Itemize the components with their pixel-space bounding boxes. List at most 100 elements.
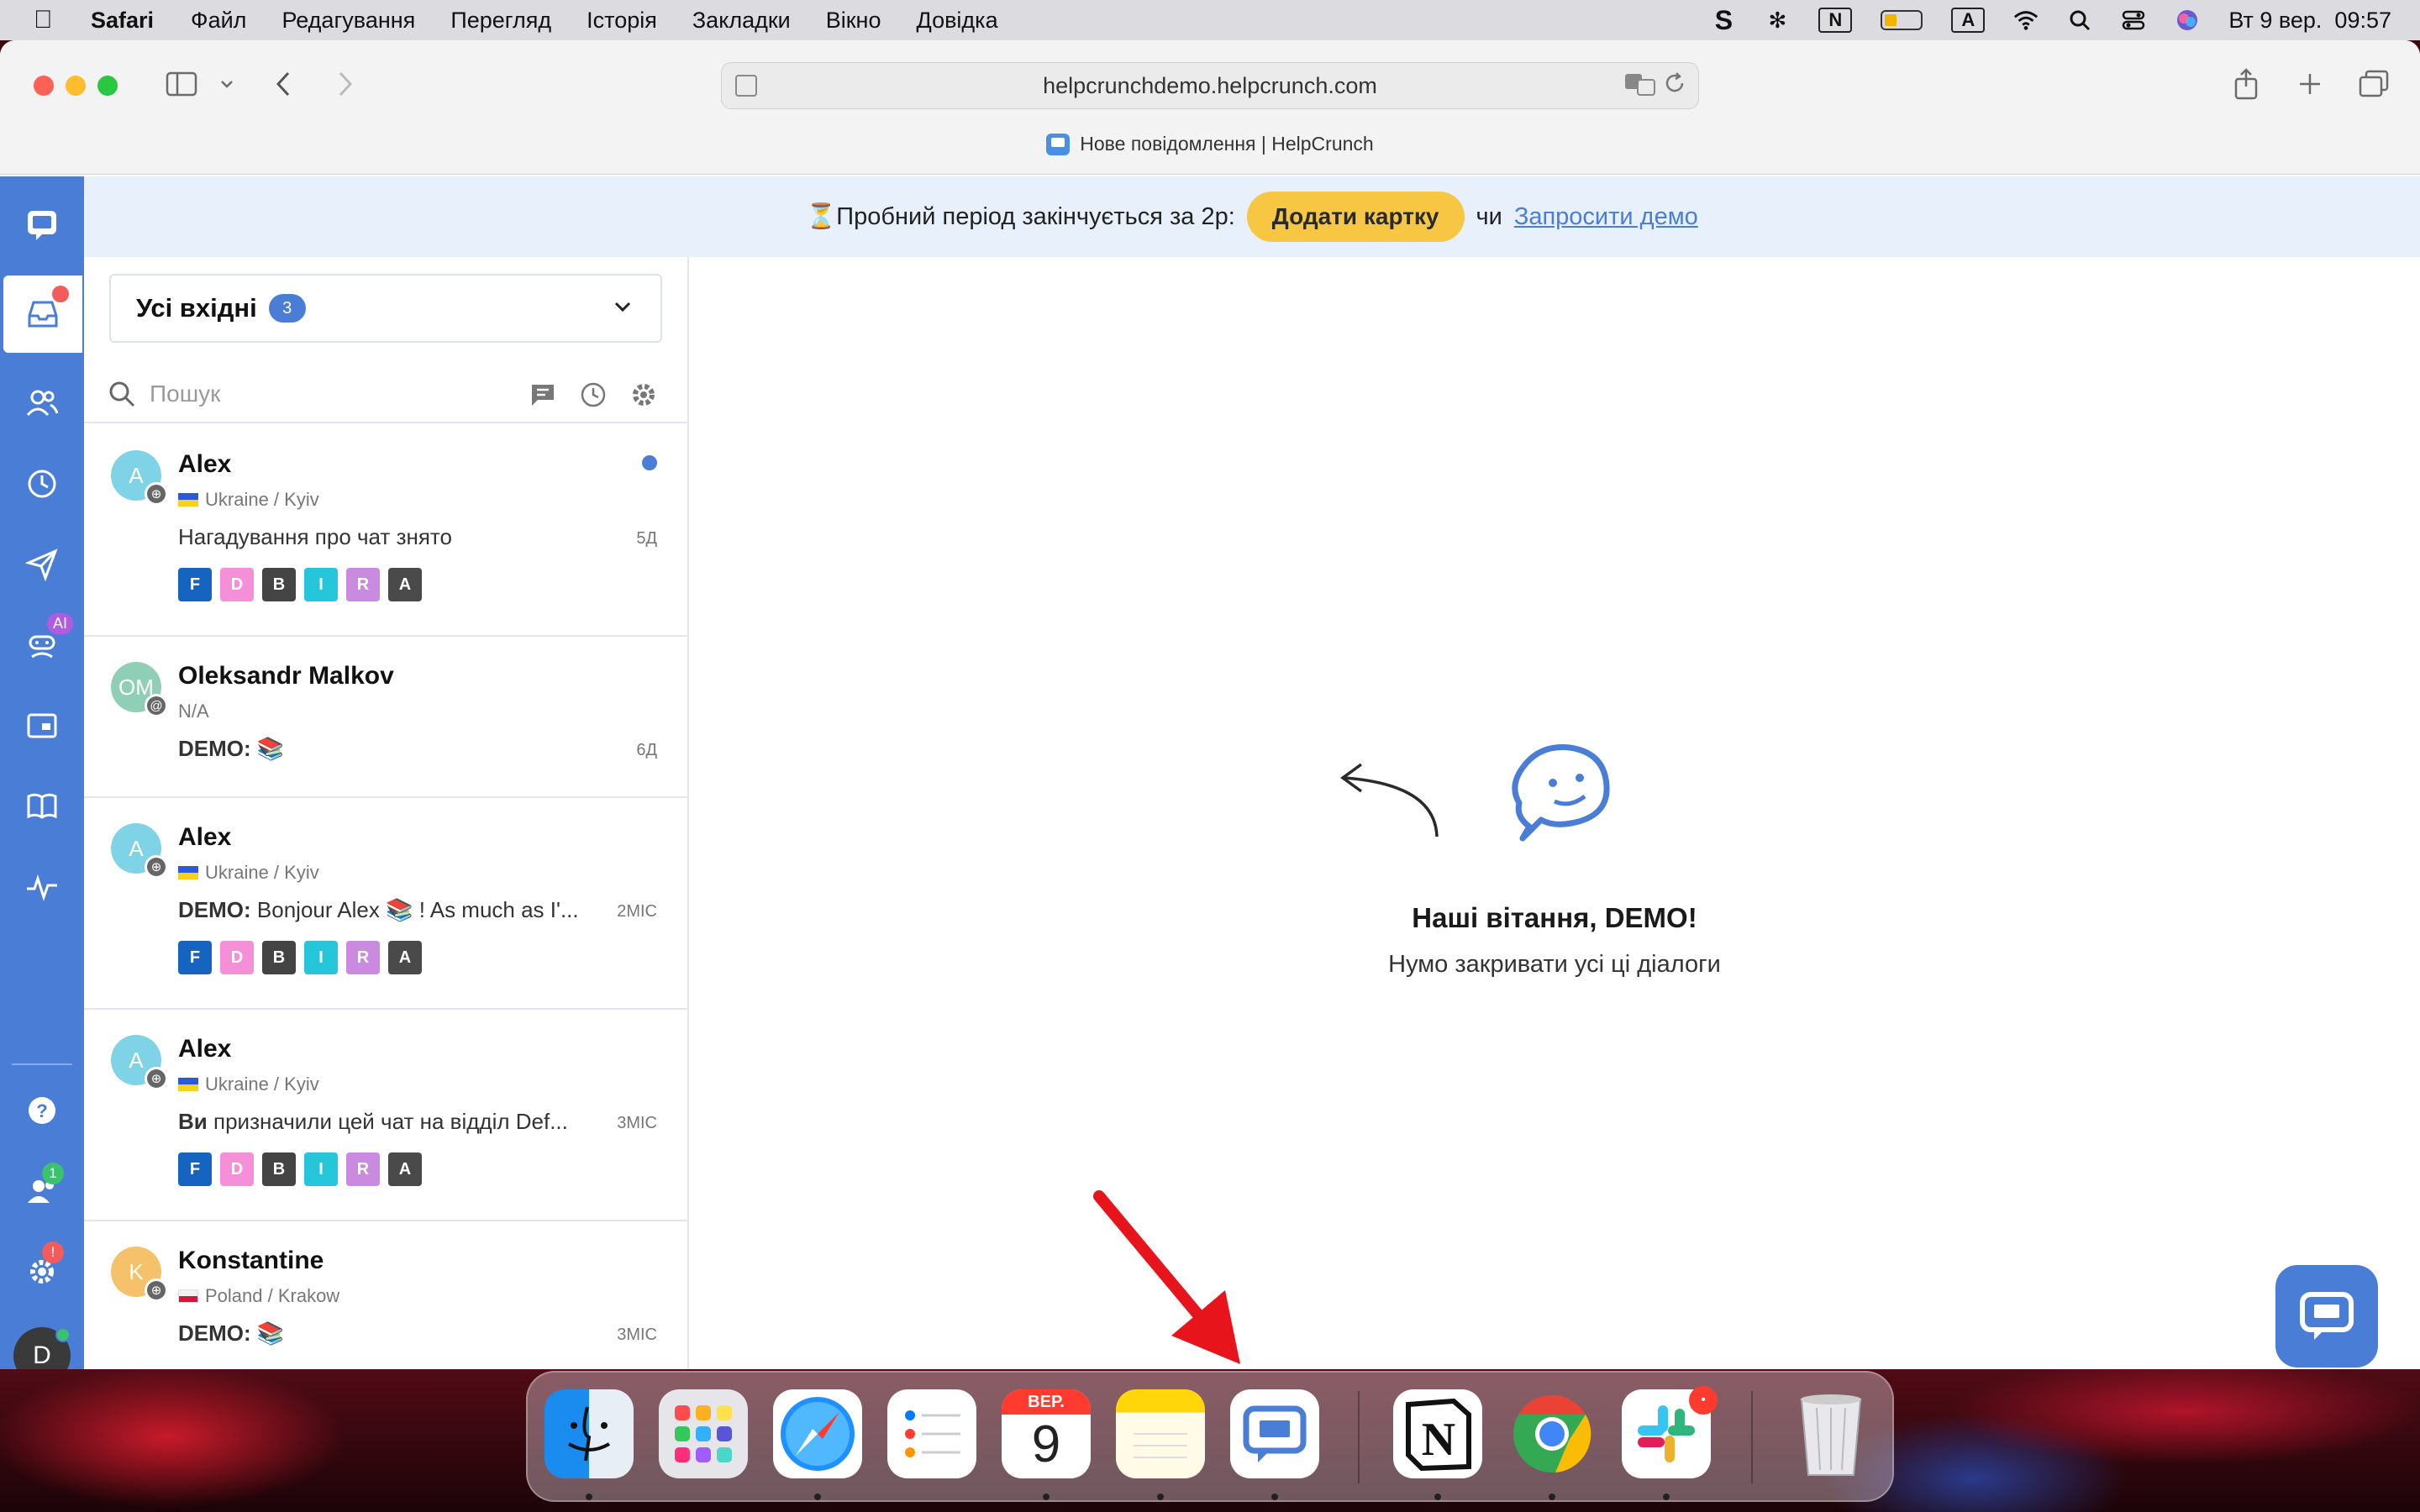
inbox-filter-dropdown[interactable]: Усі вхідні 3 [109, 274, 662, 343]
message-time: 5Д [636, 529, 657, 548]
rail-item-widgets[interactable] [0, 687, 84, 764]
conversation-empty-state: Наші вітання, DEMO! Нумо закривати усі ц… [689, 257, 2420, 1369]
page-settings-icon[interactable] [735, 75, 757, 97]
tag-badge: A [388, 568, 422, 601]
control-center-icon[interactable] [2121, 8, 2146, 32]
gear-flower-icon[interactable]: ✻ [1765, 8, 1790, 33]
menu-app-name[interactable]: Safari [91, 8, 154, 34]
helpcrunch-dock-icon[interactable] [1230, 1389, 1319, 1478]
finder-icon[interactable] [544, 1389, 634, 1478]
user-avatar[interactable]: D [13, 1327, 71, 1369]
calendar-icon[interactable]: ВЕР. 9 [1002, 1389, 1091, 1478]
rail-item-knowledge-base[interactable] [0, 768, 84, 845]
window-controls [34, 76, 118, 96]
tag-badge: D [220, 1152, 254, 1186]
inbox-count-badge: 3 [268, 294, 306, 323]
minimize-window-button[interactable] [66, 76, 86, 96]
conversation-item[interactable]: OM @ Oleksandr Malkov N/A DEMO: 📚 6Д [84, 637, 687, 798]
inbox-filter-label: Усі вхідні [136, 293, 257, 323]
launchpad-icon[interactable] [659, 1389, 748, 1478]
ukraine-flag-icon [178, 866, 198, 879]
notion-running-dot [1434, 1494, 1441, 1500]
scrivener-icon[interactable]: S [1711, 5, 1736, 35]
back-icon[interactable] [271, 66, 296, 102]
menu-file[interactable]: Файл [191, 8, 246, 34]
active-tab[interactable]: Нове повідомлення | HelpCrunch [0, 133, 2420, 155]
notion-status-icon[interactable]: N [1818, 8, 1853, 33]
canned-responses-icon[interactable] [529, 381, 556, 408]
rail-item-help[interactable]: ? [0, 1072, 84, 1149]
chrome-icon[interactable] [1507, 1389, 1597, 1478]
sidebar-toggle-icon[interactable] [165, 66, 198, 102]
menu-history[interactable]: Історія [587, 8, 657, 34]
menu-edit[interactable]: Редагування [281, 8, 415, 34]
chrome-running-dot [1549, 1494, 1555, 1500]
welcome-subtitle: Нумо закривати усі ці діалоги [1388, 951, 1721, 978]
request-demo-link[interactable]: Запросити демо [1514, 203, 1698, 231]
address-bar[interactable]: helpcrunchdemo.helpcrunch.com [721, 62, 1699, 109]
tab-overview-icon[interactable] [2358, 66, 2390, 102]
slack-notification-badge: • [1689, 1386, 1718, 1415]
safari-app-icon[interactable] [773, 1389, 862, 1478]
spotlight-search-icon[interactable] [2067, 8, 2092, 32]
input-source-icon[interactable]: A [1951, 8, 1986, 33]
battery-icon[interactable] [1881, 10, 1923, 30]
tag-badge: I [304, 1152, 338, 1186]
email-source-icon: @ [145, 694, 168, 717]
reload-icon[interactable] [1663, 71, 1686, 101]
message-text: Bonjour Alex 📚 ! As much as I'... [256, 897, 579, 922]
conversation-item[interactable]: A ⊕ Alex Ukraine / Kyiv Нагадування про … [84, 425, 687, 637]
menu-view[interactable]: Перегляд [450, 8, 551, 34]
helpcrunch-logo-icon[interactable] [0, 186, 84, 264]
contact-location: Ukraine / Kyiv [178, 862, 319, 884]
translate-icon[interactable] [1624, 73, 1656, 102]
rail-item-settings[interactable]: ! [0, 1233, 84, 1310]
menu-window[interactable]: Вікно [826, 8, 881, 34]
forward-icon[interactable] [333, 66, 358, 102]
zoom-window-button[interactable] [97, 76, 118, 96]
gear-icon[interactable] [630, 381, 657, 408]
curved-arrow-icon [1340, 763, 1439, 837]
contact-name: Alex [178, 1035, 232, 1063]
menu-help[interactable]: Довідка [916, 8, 997, 34]
rail-item-history[interactable] [0, 445, 84, 522]
add-card-button[interactable]: Додати картку [1246, 192, 1465, 242]
dock-separator [1358, 1391, 1360, 1483]
notion-icon[interactable]: N [1393, 1389, 1482, 1478]
notes-icon[interactable] [1116, 1389, 1205, 1478]
search-input[interactable] [150, 375, 519, 413]
new-tab-icon[interactable] [2296, 66, 2324, 102]
trash-icon[interactable] [1786, 1389, 1876, 1478]
reminders-icon[interactable] [887, 1389, 976, 1478]
rail-item-ai-bot[interactable]: AI [0, 606, 84, 684]
message-time: 3МІС [617, 1114, 657, 1132]
menu-bookmarks[interactable]: Закладки [692, 8, 791, 34]
menubar-clock[interactable]: Вт 9 вер. 09:57 [2228, 8, 2391, 34]
clock-icon[interactable] [580, 381, 607, 408]
location-text: Poland / Krakow [205, 1285, 340, 1306]
rail-item-team[interactable]: 1 [0, 1152, 84, 1230]
tag-badge: F [178, 568, 212, 601]
dock-separator [1751, 1391, 1753, 1483]
safari-window: helpcrunchdemo.helpcrunch.com Нове повід… [0, 40, 2420, 1369]
conversation-item[interactable]: A ⊕ Alex Ukraine / Kyiv DEMO: Bonjour Al… [84, 798, 687, 1010]
apple-menu-icon[interactable]:  [34, 6, 67, 34]
conversation-item[interactable]: A ⊕ Alex Ukraine / Kyiv Ви призначили це… [84, 1010, 687, 1221]
slack-icon[interactable]: • [1622, 1386, 1718, 1478]
message-author: DEMO: [178, 897, 251, 922]
rail-item-reports[interactable] [0, 848, 84, 926]
wifi-icon[interactable] [2013, 8, 2039, 32]
share-icon[interactable] [2232, 66, 2260, 102]
rail-item-inbox[interactable] [3, 276, 82, 353]
conversation-list-panel: Усі вхідні 3 A ⊕ Alex Ukraine / Kyiv [84, 257, 689, 1369]
rail-item-campaigns[interactable] [0, 526, 84, 603]
conversation-item[interactable]: K ⊕ Konstantine Poland / Krakow DEMO: 📚 … [84, 1221, 687, 1369]
rail-item-contacts[interactable] [0, 365, 84, 442]
or-text: чи [1476, 202, 1502, 230]
message-time: 6Д [636, 741, 657, 759]
siri-icon[interactable] [2175, 8, 2200, 32]
search-row [84, 365, 687, 423]
close-window-button[interactable] [34, 76, 54, 96]
chat-widget-launcher[interactable] [2275, 1265, 2378, 1368]
chevron-down-icon[interactable] [217, 66, 237, 102]
